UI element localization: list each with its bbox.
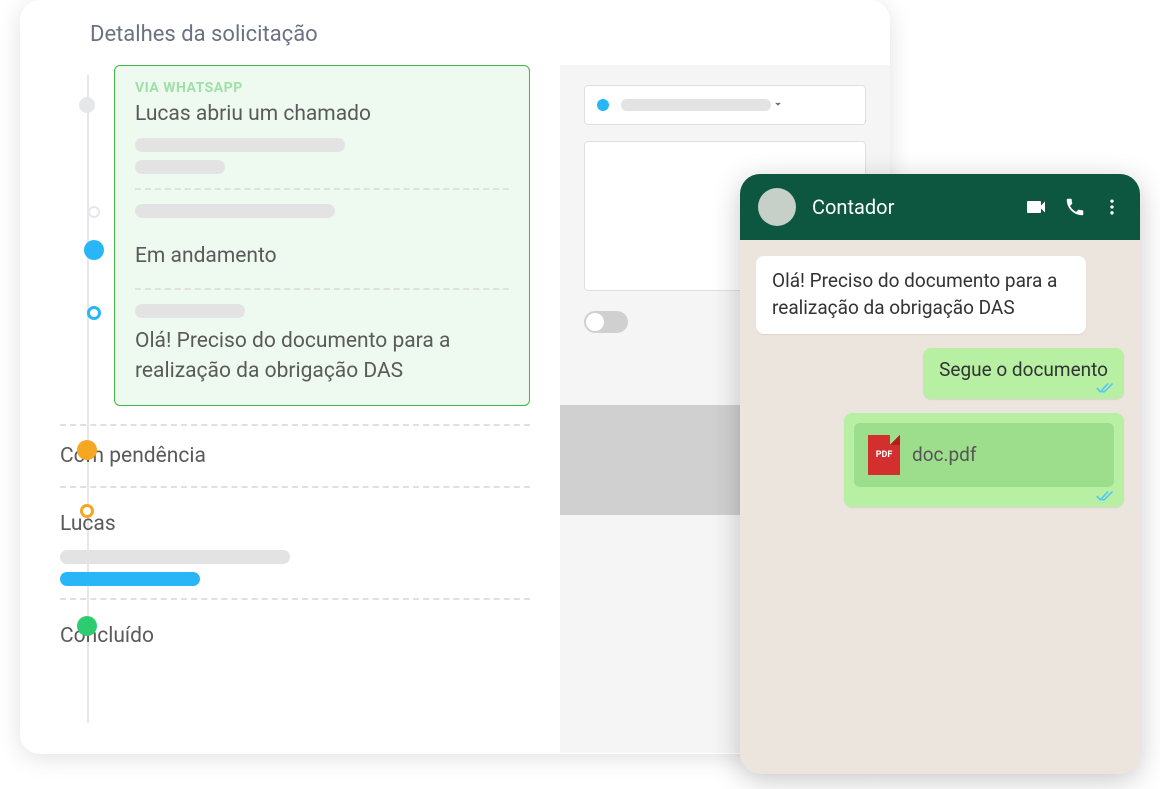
source-label: VIA WHATSAPP: [135, 80, 509, 96]
status-lucas: Lucas: [60, 506, 530, 542]
chevron-down-icon: [771, 96, 785, 115]
attachment-inner: PDF doc.pdf: [854, 423, 1114, 487]
placeholder-line: [135, 160, 225, 174]
avatar[interactable]: [758, 188, 796, 226]
outgoing-message-text: Segue o documento: [939, 358, 1108, 381]
timeline-dot-done: [77, 616, 97, 636]
status-dot-icon: [597, 99, 609, 111]
contact-name[interactable]: Contador: [812, 195, 1008, 219]
ticket-title: Lucas abriu um chamado: [135, 102, 509, 126]
divider: [60, 598, 530, 600]
status-pending: Com pendência: [60, 438, 530, 474]
divider: [135, 288, 509, 290]
pdf-badge-text: PDF: [876, 450, 893, 460]
timeline-dot-message: [87, 306, 101, 320]
toggle-switch[interactable]: [584, 311, 628, 333]
divider: [60, 486, 530, 488]
timeline-dot-in-progress: [84, 240, 104, 260]
panel-title: Detalhes da solicitação: [20, 0, 890, 65]
attachment-file-name: doc.pdf: [912, 443, 977, 466]
divider: [60, 424, 530, 426]
timeline-item-opened: VIA WHATSAPP Lucas abriu um chamado: [60, 65, 560, 406]
placeholder-line: [135, 204, 335, 218]
outgoing-attachment[interactable]: PDF doc.pdf: [844, 413, 1124, 507]
more-options-icon[interactable]: [1102, 197, 1122, 217]
video-call-icon[interactable]: [1024, 195, 1048, 219]
divider: [135, 188, 509, 190]
timeline-message-text: Olá! Preciso do documento para a realiza…: [135, 326, 509, 387]
status-in-progress: Em andamento: [135, 238, 509, 274]
timeline-column: VIA WHATSAPP Lucas abriu um chamado: [20, 65, 560, 753]
incoming-message-text: Olá! Preciso do documento para a realiza…: [772, 269, 1057, 319]
placeholder-line: [621, 99, 771, 111]
timeline-dot-pending: [77, 440, 97, 460]
phone-call-icon[interactable]: [1064, 196, 1086, 218]
timeline-dot-lucas: [80, 504, 94, 518]
outgoing-message[interactable]: Segue o documento: [923, 348, 1124, 399]
status-select[interactable]: [584, 85, 866, 125]
whatsapp-phone: Contador Olá! Preciso do documento para …: [740, 174, 1140, 774]
read-ticks-icon: [1096, 489, 1114, 503]
chat-header: Contador: [740, 174, 1140, 240]
timeline-dot-neutral: [79, 97, 95, 113]
pdf-file-icon: PDF: [868, 435, 900, 475]
incoming-message[interactable]: Olá! Preciso do documento para a realiza…: [756, 256, 1086, 334]
timeline-item-pending: Com pendência: [60, 418, 560, 488]
timeline-item-done: Concluído: [60, 612, 560, 654]
chat-body: Olá! Preciso do documento para a realiza…: [740, 240, 1140, 523]
timeline-dot-sub: [88, 206, 100, 218]
placeholder-line: [135, 138, 345, 152]
placeholder-line: [60, 550, 290, 564]
read-ticks-icon: [1096, 381, 1114, 395]
timeline-item-lucas: Lucas: [60, 500, 560, 600]
highlight-box: VIA WHATSAPP Lucas abriu um chamado: [114, 65, 530, 406]
placeholder-line: [135, 304, 245, 318]
progress-bar-icon: [60, 572, 200, 586]
status-done: Concluído: [60, 618, 530, 654]
